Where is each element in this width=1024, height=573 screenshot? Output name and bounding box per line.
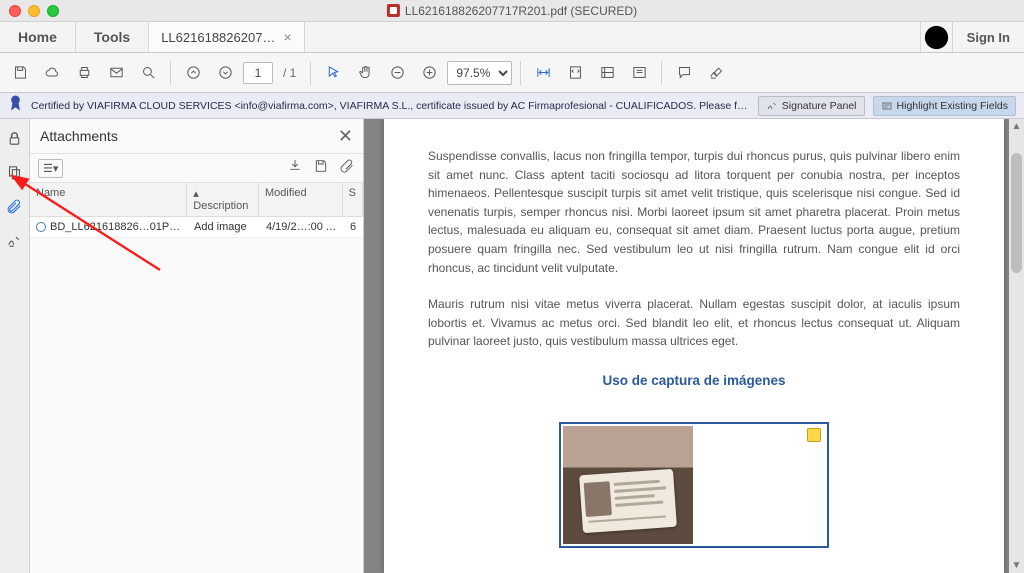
comment-icon[interactable] (670, 59, 698, 87)
view-mode-icon[interactable] (593, 59, 621, 87)
zoom-select[interactable]: 97.5% (447, 61, 512, 85)
attachments-columns: Name ▴Description Modified S (30, 183, 363, 217)
tab-document[interactable]: LL62161882620‍7… × (149, 22, 304, 52)
left-rail (0, 119, 30, 573)
page-total-label: / 1 (277, 66, 302, 80)
tab-close-icon[interactable]: × (283, 29, 291, 45)
tab-tools[interactable]: Tools (76, 22, 149, 52)
attachments-icon[interactable] (4, 195, 26, 217)
scrollbar-thumb[interactable] (1011, 153, 1022, 273)
zoom-window-button[interactable] (47, 5, 59, 17)
scroll-up-icon[interactable]: ▲ (1009, 119, 1024, 134)
panel-toolbar: ☰▾ (30, 153, 363, 183)
highlight-fields-button[interactable]: Highlight Existing Fields (873, 96, 1016, 116)
file-icon (36, 222, 46, 232)
search-icon[interactable] (134, 59, 162, 87)
window-title: LL621618826207717R201.pdf (SECURED) (387, 4, 637, 18)
page-up-icon[interactable] (179, 59, 207, 87)
lock-icon[interactable] (4, 127, 26, 149)
panel-view-mode-button[interactable]: ☰▾ (38, 159, 63, 178)
zoom-in-icon[interactable] (415, 59, 443, 87)
open-attachment-icon[interactable] (287, 158, 303, 179)
selection-tool-icon[interactable] (319, 59, 347, 87)
col-modified[interactable]: Modified (259, 183, 343, 216)
save-icon[interactable] (6, 59, 34, 87)
id-card-image (563, 426, 693, 544)
signatures-icon[interactable] (4, 229, 26, 251)
fit-width-icon[interactable] (529, 59, 557, 87)
toolbar: / 1 97.5% (0, 53, 1024, 93)
sign-icon[interactable] (702, 59, 730, 87)
fit-page-icon[interactable] (561, 59, 589, 87)
pdf-icon (387, 4, 400, 17)
read-mode-icon[interactable] (625, 59, 653, 87)
scroll-down-icon[interactable]: ▼ (1009, 558, 1024, 573)
page-down-icon[interactable] (211, 59, 239, 87)
page-thumbnails-icon[interactable] (4, 161, 26, 183)
help-icon[interactable] (920, 22, 952, 52)
document-view[interactable]: Suspendisse convallis, lacus non fringil… (364, 119, 1024, 573)
tab-home[interactable]: Home (0, 22, 76, 52)
close-window-button[interactable] (9, 5, 21, 17)
hand-tool-icon[interactable] (351, 59, 379, 87)
tab-document-label: LL62161882620‍7… (161, 30, 275, 45)
main-tabs-row: Home Tools LL62161882620‍7… × Sign In (0, 22, 1024, 53)
certification-message: Certified by VIAFIRMA CLOUD SERVICES <in… (31, 100, 750, 112)
image-capture-field[interactable] (559, 422, 829, 548)
col-description[interactable]: ▴Description (187, 183, 259, 216)
save-attachment-icon[interactable] (313, 158, 329, 179)
minimize-window-button[interactable] (28, 5, 40, 17)
pdf-page: Suspendisse convallis, lacus non fringil… (384, 119, 1004, 573)
zoom-out-icon[interactable] (383, 59, 411, 87)
certification-bar: Certified by VIAFIRMA CLOUD SERVICES <in… (0, 93, 1024, 119)
ribbon-icon (8, 93, 23, 118)
cloud-icon[interactable] (38, 59, 66, 87)
col-size[interactable]: S (343, 183, 363, 216)
mac-titlebar: LL621618826207717R201.pdf (SECURED) (0, 0, 1024, 22)
sign-in-button[interactable]: Sign In (952, 22, 1024, 52)
paragraph-1: Suspendisse convallis, lacus non fringil… (428, 147, 960, 277)
section-heading: Uso de captura de imágenes (428, 371, 960, 392)
panel-close-icon[interactable]: ✕ (338, 126, 353, 147)
mail-icon[interactable] (102, 59, 130, 87)
sticky-note-icon[interactable] (807, 428, 821, 442)
signature-panel-button[interactable]: Signature Panel (758, 96, 865, 116)
panel-title: Attachments (40, 128, 118, 144)
print-icon[interactable] (70, 59, 98, 87)
col-name[interactable]: Name (30, 183, 187, 216)
page-number-input[interactable] (243, 62, 273, 84)
vertical-scrollbar[interactable]: ▲ ▼ (1009, 119, 1024, 573)
add-attachment-icon[interactable] (339, 158, 355, 179)
paragraph-2: Mauris rutrum nisi vitae metus viverra p… (428, 295, 960, 351)
attachments-panel: Attachments ✕ ☰▾ Name ▴Description Modif… (30, 119, 364, 573)
attachment-row[interactable]: BD_LL62161882​6…01P001E001.xml Add image… (30, 217, 363, 238)
